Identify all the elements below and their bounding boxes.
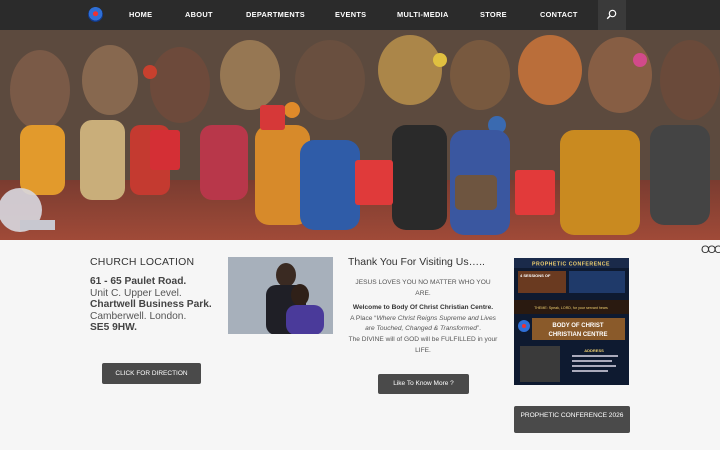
address-city: Camberwell. London. — [90, 310, 187, 322]
conference-poster-image: PROPHETIC CONFERENCE 4 SESSIONS OF THEME… — [514, 258, 629, 385]
church-address: 61 - 65 Paulet Road. Unit C. Upper Level… — [90, 276, 218, 334]
prophetic-conference-poster[interactable]: PROPHETIC CONFERENCE 4 SESSIONS OF THEME… — [514, 258, 629, 385]
address-unit: Unit C. Upper Level. — [90, 287, 182, 299]
top-navigation-bar: HOME ABOUT DEPARTMENTS EVENTS MULTI-MEDI… — [0, 0, 720, 30]
search-button[interactable] — [598, 0, 626, 30]
prophetic-conference-button[interactable]: PROPHETIC CONFERENCE 2026 — [514, 406, 630, 433]
church-location-title: CHURCH LOCATION — [90, 256, 195, 268]
poster-name-line1: BODY OF CHRIST — [552, 323, 604, 329]
address-park: Chartwell Business Park. — [90, 299, 212, 311]
poster-sessions-text: 4 SESSIONS OF — [520, 273, 551, 278]
nav-events[interactable]: EVENTS — [335, 0, 366, 30]
poster-address-label: ADDRESS — [584, 348, 604, 353]
know-more-button[interactable]: Like To Know More ? — [378, 374, 469, 394]
pastor-couple-image — [228, 257, 333, 334]
search-icon — [606, 9, 617, 20]
nav-contact[interactable]: CONTACT — [540, 0, 578, 30]
nav-multimedia[interactable]: MULTI-MEDIA — [397, 0, 449, 30]
address-street: 61 - 65 Paulet Road. — [90, 276, 187, 287]
hero-congregation-photo — [0, 30, 720, 240]
welcome-line-jesus: JESUS LOVES YOU NO MATTER WHO YOU ARE. — [355, 279, 491, 297]
welcome-line-welcome: Welcome to Body Of Christ Christian Cent… — [352, 304, 494, 312]
poster-theme-text: THEME: Speak, LORD, for your servant hea… — [534, 306, 608, 310]
nav-home[interactable]: HOME — [129, 0, 152, 30]
nav-departments[interactable]: DEPARTMENTS — [246, 0, 305, 30]
church-logo-icon[interactable] — [88, 7, 103, 22]
welcome-quote-open: A Place “ — [350, 314, 377, 322]
poster-header-text: PROPHETIC CONFERENCE — [532, 262, 610, 268]
carousel-indicator[interactable]: OOO — [701, 244, 720, 256]
nav-about[interactable]: ABOUT — [185, 0, 213, 30]
directions-button[interactable]: CLICK FOR DIRECTION — [102, 363, 201, 384]
welcome-message: JESUS LOVES YOU NO MATTER WHO YOU ARE. W… — [348, 278, 498, 356]
congregation-photo — [0, 30, 720, 240]
pastor-couple-photo — [228, 257, 333, 334]
welcome-quote-close: ”. — [476, 325, 481, 333]
poster-name-line2: CHRISTIAN CENTRE — [548, 332, 607, 338]
nav-store[interactable]: STORE — [480, 0, 507, 30]
welcome-title: Thank You For Visiting Us….. — [348, 256, 485, 268]
welcome-line-divine: The DIVINE will of GOD will be FULFILLED… — [348, 335, 498, 354]
address-postcode: SE5 9HW. — [90, 322, 137, 334]
welcome-line-place: A Place “Where Christ Reigns Supreme and… — [348, 314, 498, 335]
